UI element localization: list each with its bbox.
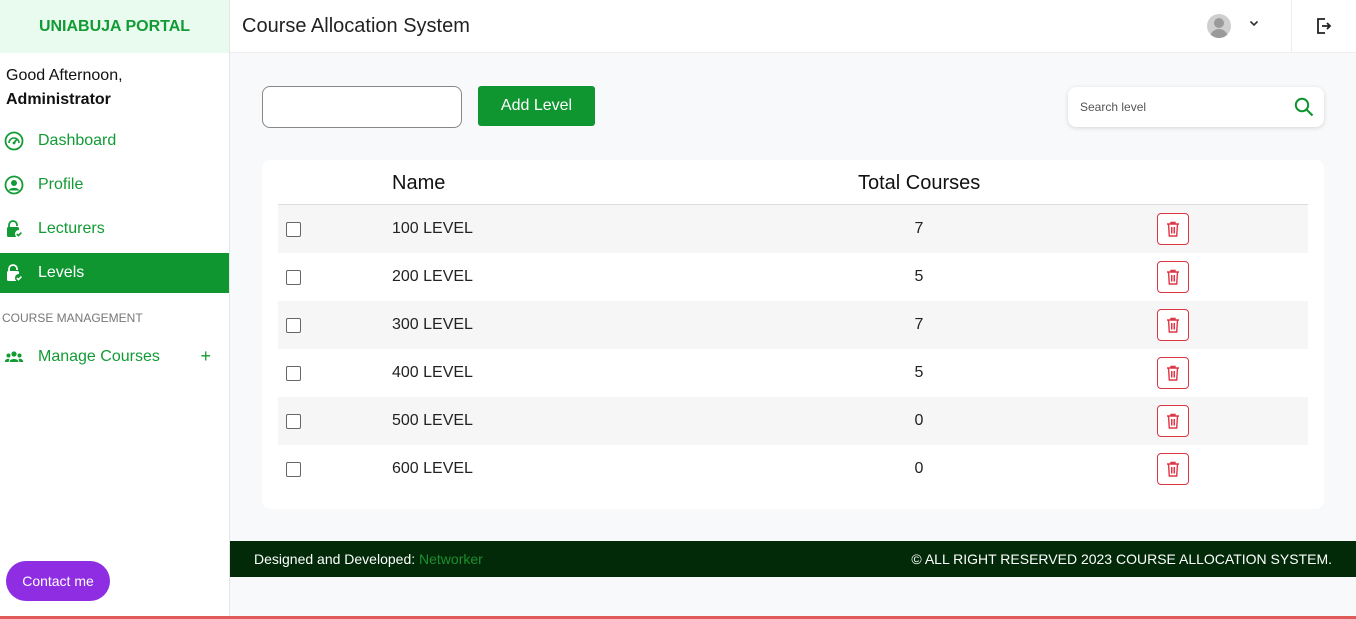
row-checkbox[interactable] <box>286 366 301 381</box>
sidebar-item-label: Lecturers <box>38 220 105 237</box>
sidebar-nav: Dashboard Profile Lecturers Levels COURS… <box>0 121 229 377</box>
trash-icon <box>1167 461 1179 477</box>
total-courses: 5 <box>914 268 924 285</box>
table-body: 100 LEVEL 7 200 LEVEL 5 300 LEVEL 7 400 … <box>278 205 1308 493</box>
logout-icon[interactable] <box>1316 17 1332 35</box>
user-name: Administrator <box>6 91 111 108</box>
total-courses: 7 <box>914 316 924 333</box>
delete-button[interactable] <box>1157 213 1189 245</box>
row-checkbox[interactable] <box>286 414 301 429</box>
header-divider <box>1291 0 1292 53</box>
sidebar-item-manage-courses[interactable]: Manage Courses + <box>0 337 229 377</box>
delete-button[interactable] <box>1157 309 1189 341</box>
level-name: 200 LEVEL <box>392 268 473 285</box>
lock-check-icon <box>4 219 24 239</box>
brand-logo[interactable]: UNIABUJA PORTAL <box>0 0 229 53</box>
footer-credits: Designed and Developed: Networker <box>254 551 483 567</box>
greeting-text: Good Afternoon, <box>6 67 123 84</box>
column-header-total-courses[interactable]: Total Courses <box>858 172 980 195</box>
table-header: Name Total Courses <box>278 160 1308 205</box>
row-checkbox[interactable] <box>286 318 301 333</box>
greeting: Good Afternoon, Administrator <box>0 53 229 112</box>
table-row: 200 LEVEL 5 <box>278 253 1308 301</box>
search-box <box>1068 87 1324 127</box>
developer-link[interactable]: Networker <box>419 551 483 567</box>
top-header: Course Allocation System <box>230 0 1356 53</box>
delete-button[interactable] <box>1157 357 1189 389</box>
trash-icon <box>1167 317 1179 333</box>
users-icon <box>4 347 24 367</box>
level-name: 300 LEVEL <box>392 316 473 333</box>
user-circle-icon <box>4 175 24 195</box>
sidebar-item-label: Levels <box>38 264 85 281</box>
delete-button[interactable] <box>1157 405 1189 437</box>
sidebar-item-profile[interactable]: Profile <box>0 165 229 205</box>
sidebar-item-label: Profile <box>38 176 84 193</box>
speedometer-icon <box>4 131 24 151</box>
delete-button[interactable] <box>1157 261 1189 293</box>
total-courses: 0 <box>914 412 924 429</box>
table-row: 300 LEVEL 7 <box>278 301 1308 349</box>
lock-check-icon <box>4 263 24 283</box>
section-label-course-management: COURSE MANAGEMENT <box>2 311 143 325</box>
level-name: 600 LEVEL <box>392 460 473 477</box>
trash-icon <box>1167 413 1179 429</box>
table-row: 400 LEVEL 5 <box>278 349 1308 397</box>
contact-me-button[interactable]: Contact me <box>6 561 110 601</box>
add-level-button[interactable]: Add Level <box>478 86 595 126</box>
footer-designed-label: Designed and Developed: <box>254 551 416 567</box>
delete-button[interactable] <box>1157 453 1189 485</box>
level-name: 400 LEVEL <box>392 364 473 381</box>
level-name: 100 LEVEL <box>392 220 473 237</box>
row-checkbox[interactable] <box>286 462 301 477</box>
search-input[interactable] <box>1068 87 1288 127</box>
sidebar-item-label: Dashboard <box>38 132 117 149</box>
page-footer: Designed and Developed: Networker © ALL … <box>230 541 1356 577</box>
avatar-icon[interactable] <box>1207 14 1231 38</box>
column-header-name[interactable]: Name <box>392 172 445 195</box>
total-courses: 5 <box>914 364 924 381</box>
level-name-input[interactable] <box>262 86 462 128</box>
table-row: 500 LEVEL 0 <box>278 397 1308 445</box>
levels-table-card: Name Total Courses 100 LEVEL 7 200 LEVEL… <box>262 160 1324 509</box>
chevron-down-icon[interactable] <box>1248 17 1260 29</box>
sidebar-item-dashboard[interactable]: Dashboard <box>0 121 229 161</box>
footer-rights: © ALL RIGHT RESERVED 2023 COURSE ALLOCAT… <box>911 551 1332 567</box>
expand-plus-icon[interactable]: + <box>200 346 211 367</box>
sidebar-item-label: Manage Courses <box>38 348 160 365</box>
trash-icon <box>1167 221 1179 237</box>
row-checkbox[interactable] <box>286 270 301 285</box>
total-courses: 0 <box>914 460 924 477</box>
page-title: Course Allocation System <box>242 14 470 37</box>
table-row: 100 LEVEL 7 <box>278 205 1308 253</box>
trash-icon <box>1167 365 1179 381</box>
sidebar-item-levels[interactable]: Levels <box>0 253 229 293</box>
sidebar: UNIABUJA PORTAL Good Afternoon, Administ… <box>0 0 230 619</box>
trash-icon <box>1167 269 1179 285</box>
search-icon[interactable] <box>1294 97 1314 117</box>
level-name: 500 LEVEL <box>392 412 473 429</box>
row-checkbox[interactable] <box>286 222 301 237</box>
total-courses: 7 <box>914 220 924 237</box>
sidebar-item-lecturers[interactable]: Lecturers <box>0 209 229 249</box>
table-row: 600 LEVEL 0 <box>278 445 1308 493</box>
